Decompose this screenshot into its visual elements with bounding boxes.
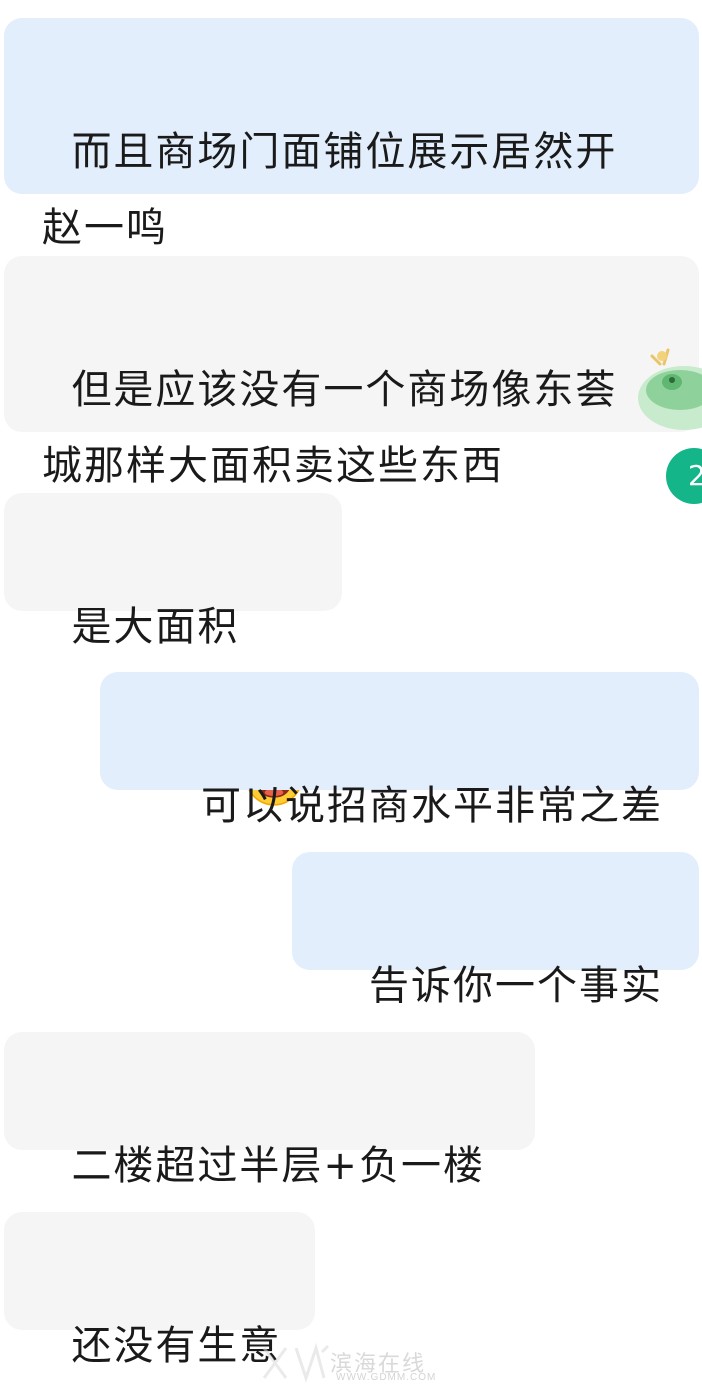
tears-of-joy-emoji-icon [241,592,307,806]
message-bubble-received[interactable]: 但是应该没有一个商场像东荟 城那样大面积卖这些东西 [4,256,699,489]
message-text: 二楼超过半层+负一楼 [71,1143,485,1189]
message-bubble-received[interactable]: 还没有生意 [4,1212,315,1369]
message-text: 可以说招商水平非常之差 [201,783,663,829]
message-text: 还没有生意 [71,1323,282,1369]
message-bubble-sent[interactable]: 告诉你一个事实 [292,852,699,1009]
unread-count: 2 [688,459,702,492]
message-bubble-received[interactable]: 二楼超过半层+负一楼 [4,1032,535,1189]
message-text: 而且商场门面铺位展示居然开 赵一鸣 [42,129,618,251]
unread-count-badge[interactable]: 2 [666,448,702,504]
message-bubble-received[interactable]: 是大面积 [4,493,342,806]
message-text: 告诉你一个事实 [369,963,663,1009]
watermark-url: WWW.GDMM.COM [336,1372,437,1383]
message-bubble-sent[interactable]: 而且商场门面铺位展示居然开 赵一鸣 [4,18,699,251]
message-text: 但是应该没有一个商场像东荟 城那样大面积卖这些东西 [42,367,618,489]
message-bubble-sent[interactable]: 可以说招商水平非常之差 [100,672,699,829]
frog-widget-icon[interactable] [632,338,702,438]
message-text: 是大面积 [71,604,240,650]
